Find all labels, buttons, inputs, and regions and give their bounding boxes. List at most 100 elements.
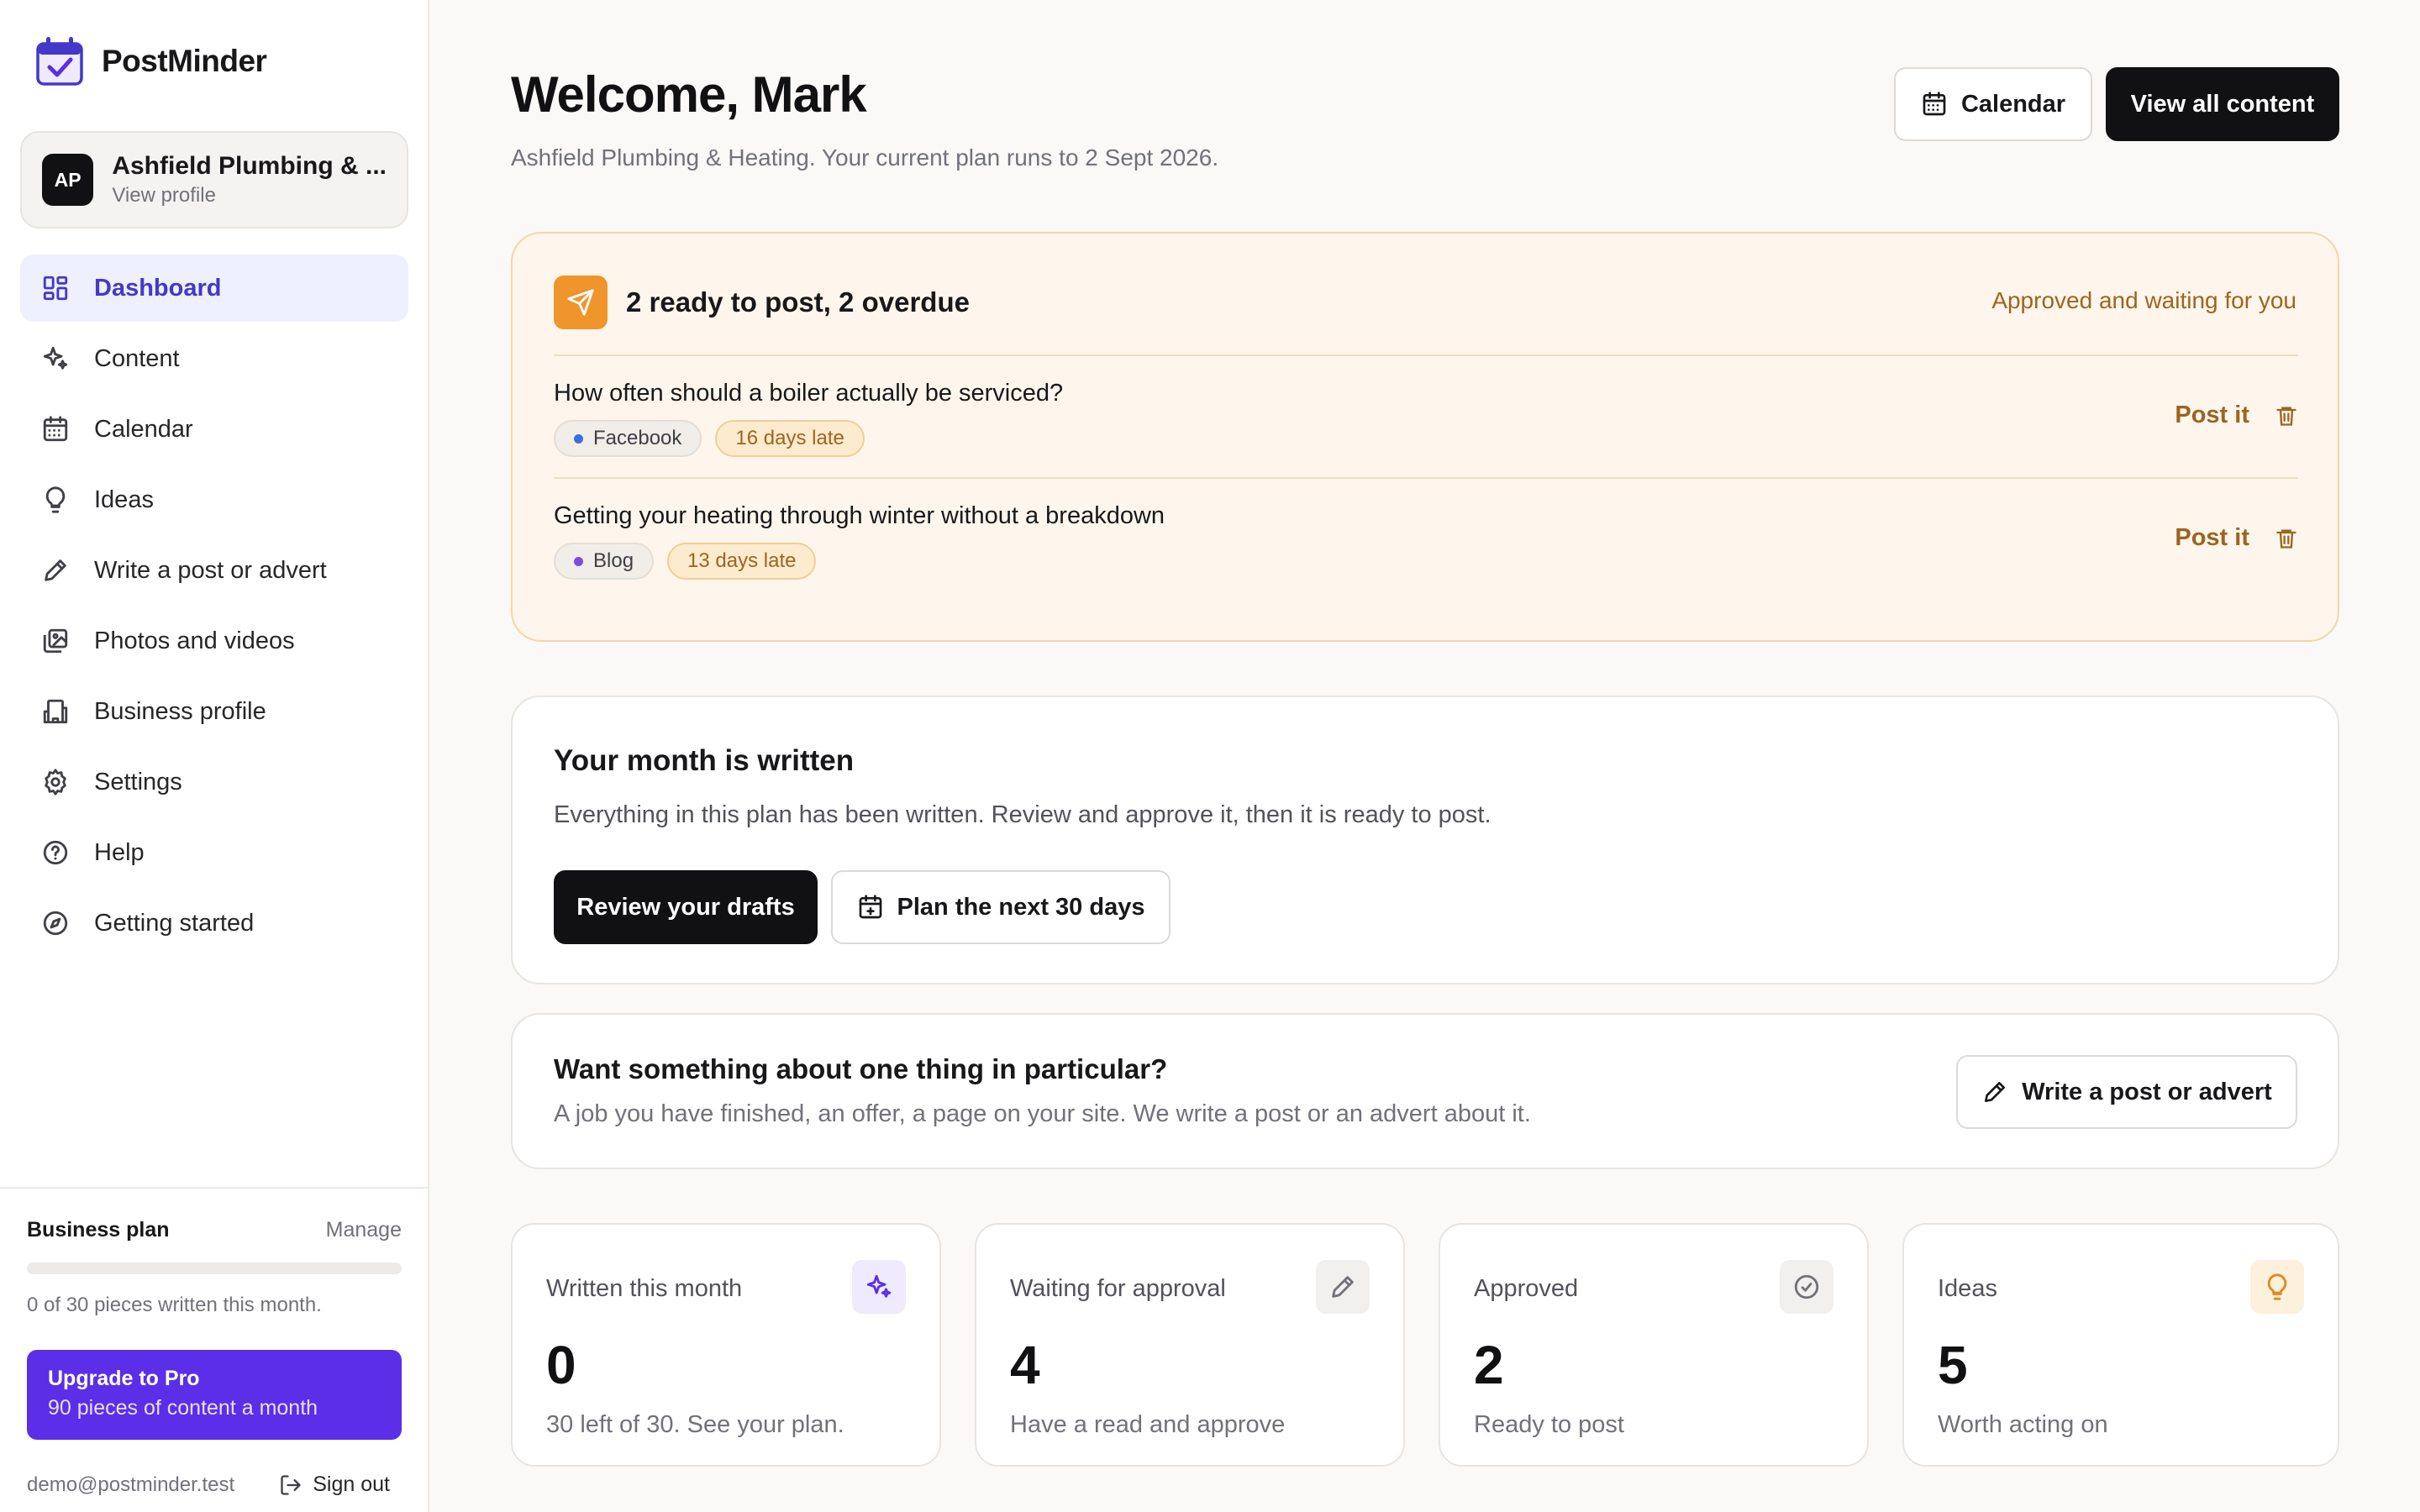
custom-request-title: Want something about one thing in partic… <box>554 1053 1168 1084</box>
calendar-button[interactable]: Calendar <box>1894 67 2092 141</box>
sidebar-item-help[interactable]: Help <box>20 819 408 886</box>
channel-badge: Blog <box>554 543 655 580</box>
sidebar-item-ideas[interactable]: Ideas <box>20 466 408 533</box>
avatar: AP <box>42 154 94 206</box>
overdue-alert: 2 ready to post, 2 overdue Approved and … <box>511 232 2339 642</box>
sidebar-item-content[interactable]: Content <box>20 325 408 392</box>
stat-card-ideas[interactable]: Ideas 5 Worth acting on <box>1902 1223 2339 1467</box>
post-it-button[interactable]: Post it <box>2175 524 2249 552</box>
pen-icon <box>40 555 71 585</box>
help-circle-icon <box>40 837 71 868</box>
stat-label: Written this month <box>546 1275 743 1302</box>
month-written-card: Your month is written Everything in this… <box>511 696 2339 984</box>
write-post-button[interactable]: Write a post or advert <box>1956 1055 2297 1129</box>
calendar-plus-icon <box>857 894 884 921</box>
trash-icon[interactable] <box>2275 527 2298 550</box>
sidebar-item-settings[interactable]: Settings <box>20 748 408 816</box>
sign-out-button[interactable]: Sign out <box>279 1473 390 1497</box>
plan-next-30-days-button[interactable]: Plan the next 30 days <box>831 870 1171 944</box>
profile-name: Ashfield Plumbing & ... <box>112 152 387 180</box>
stat-value: 5 <box>1938 1335 1968 1395</box>
stat-card-written[interactable]: Written this month 0 30 left of 30. See … <box>511 1223 941 1467</box>
calendar-icon <box>40 414 71 444</box>
sidebar-item-getting-started[interactable]: Getting started <box>20 890 408 957</box>
alert-title: 2 ready to post, 2 overdue <box>626 286 970 318</box>
sidebar-item-label: Business profile <box>94 697 266 725</box>
stat-label: Approved <box>1474 1275 1579 1302</box>
app-logo[interactable]: PostMinder <box>34 34 267 89</box>
sign-out-icon <box>279 1473 302 1497</box>
late-badge: 16 days late <box>715 420 865 457</box>
post-title: Getting your heating through winter with… <box>554 502 1165 529</box>
channel-label: Facebook <box>593 427 682 449</box>
review-drafts-button[interactable]: Review your drafts <box>554 870 818 944</box>
calendar-button-label: Calendar <box>1960 90 2066 118</box>
sidebar-item-business-profile[interactable]: Business profile <box>20 678 408 745</box>
stat-value: 0 <box>546 1335 576 1395</box>
account-email: demo@postminder.test <box>27 1473 235 1496</box>
post-it-button[interactable]: Post it <box>2175 402 2249 429</box>
sidebar-item-label: Getting started <box>94 909 255 937</box>
sparkles-icon <box>852 1260 906 1314</box>
images-icon <box>40 626 71 656</box>
calendar-icon <box>1921 91 1948 118</box>
trash-icon[interactable] <box>2275 404 2298 428</box>
list-item[interactable]: How often should a boiler actually be se… <box>554 354 2298 477</box>
custom-request-text: A job you have finished, an offer, a pag… <box>554 1100 1531 1127</box>
write-post-label: Write a post or advert <box>2022 1078 2272 1105</box>
app-name: PostMinder <box>102 44 267 78</box>
page-subtitle: Ashfield Plumbing & Heating. Your curren… <box>511 144 1219 171</box>
building-icon <box>40 696 71 727</box>
view-all-content-button[interactable]: View all content <box>2106 67 2339 141</box>
month-card-text: Everything in this plan has been written… <box>554 801 1491 828</box>
upgrade-title: Upgrade to Pro <box>48 1367 200 1390</box>
sidebar-item-label: Calendar <box>94 415 193 443</box>
post-title: How often should a boiler actually be se… <box>554 380 1064 407</box>
calendar-check-logo-icon <box>34 34 85 89</box>
alert-note: Approved and waiting for you <box>1991 287 2296 313</box>
pen-icon <box>1316 1260 1370 1314</box>
sidebar-item-calendar[interactable]: Calendar <box>20 396 408 463</box>
sidebar-item-label: Settings <box>94 768 182 795</box>
pen-icon <box>1981 1079 2008 1105</box>
manage-plan-link[interactable]: Manage <box>326 1218 402 1242</box>
stat-value: 4 <box>1010 1335 1040 1395</box>
stat-subtext: Ready to post <box>1474 1411 1624 1438</box>
channel-dot <box>574 433 583 444</box>
stat-subtext: Worth acting on <box>1938 1411 2108 1438</box>
gear-icon <box>40 767 71 797</box>
dashboard-icon <box>40 273 71 303</box>
profile-card[interactable]: AP Ashfield Plumbing & ... View profile <box>20 131 408 228</box>
custom-request-card: Want something about one thing in partic… <box>511 1013 2339 1169</box>
sign-out-label: Sign out <box>313 1473 390 1496</box>
lightbulb-icon <box>2250 1260 2304 1314</box>
stat-card-approved[interactable]: Approved 2 Ready to post <box>1439 1223 1869 1467</box>
stat-subtext: 30 left of 30. See your plan. <box>546 1411 844 1438</box>
sidebar-item-label: Ideas <box>94 486 154 513</box>
stat-label: Ideas <box>1938 1275 1997 1302</box>
upgrade-button[interactable]: Upgrade to Pro 90 pieces of content a mo… <box>27 1350 402 1440</box>
plan-button-label: Plan the next 30 days <box>897 893 1145 921</box>
compass-icon <box>40 908 71 938</box>
sidebar-item-photos[interactable]: Photos and videos <box>20 607 408 675</box>
sidebar-item-label: Photos and videos <box>94 627 295 654</box>
plan-panel: Business plan Manage 0 of 30 pieces writ… <box>0 1187 428 1512</box>
channel-label: Blog <box>593 549 634 572</box>
send-icon <box>554 276 608 329</box>
stat-value: 2 <box>1474 1335 1504 1395</box>
sidebar-item-write[interactable]: Write a post or advert <box>20 537 408 604</box>
view-profile-link[interactable]: View profile <box>112 184 387 207</box>
plan-title: Business plan <box>27 1218 170 1242</box>
stat-subtext: Have a read and approve <box>1010 1411 1286 1438</box>
sidebar-item-label: Dashboard <box>94 274 222 302</box>
sidebar-item-label: Help <box>94 838 145 866</box>
list-item[interactable]: Getting your heating through winter with… <box>554 477 2298 600</box>
channel-badge: Facebook <box>554 420 702 457</box>
stat-card-waiting[interactable]: Waiting for approval 4 Have a read and a… <box>975 1223 1405 1467</box>
month-card-title: Your month is written <box>554 744 855 777</box>
stat-label: Waiting for approval <box>1010 1275 1226 1302</box>
upgrade-subtitle: 90 pieces of content a month <box>48 1396 318 1420</box>
sidebar-item-label: Content <box>94 344 180 372</box>
sidebar-item-dashboard[interactable]: Dashboard <box>20 255 408 322</box>
sidebar-item-label: Write a post or advert <box>94 556 327 584</box>
